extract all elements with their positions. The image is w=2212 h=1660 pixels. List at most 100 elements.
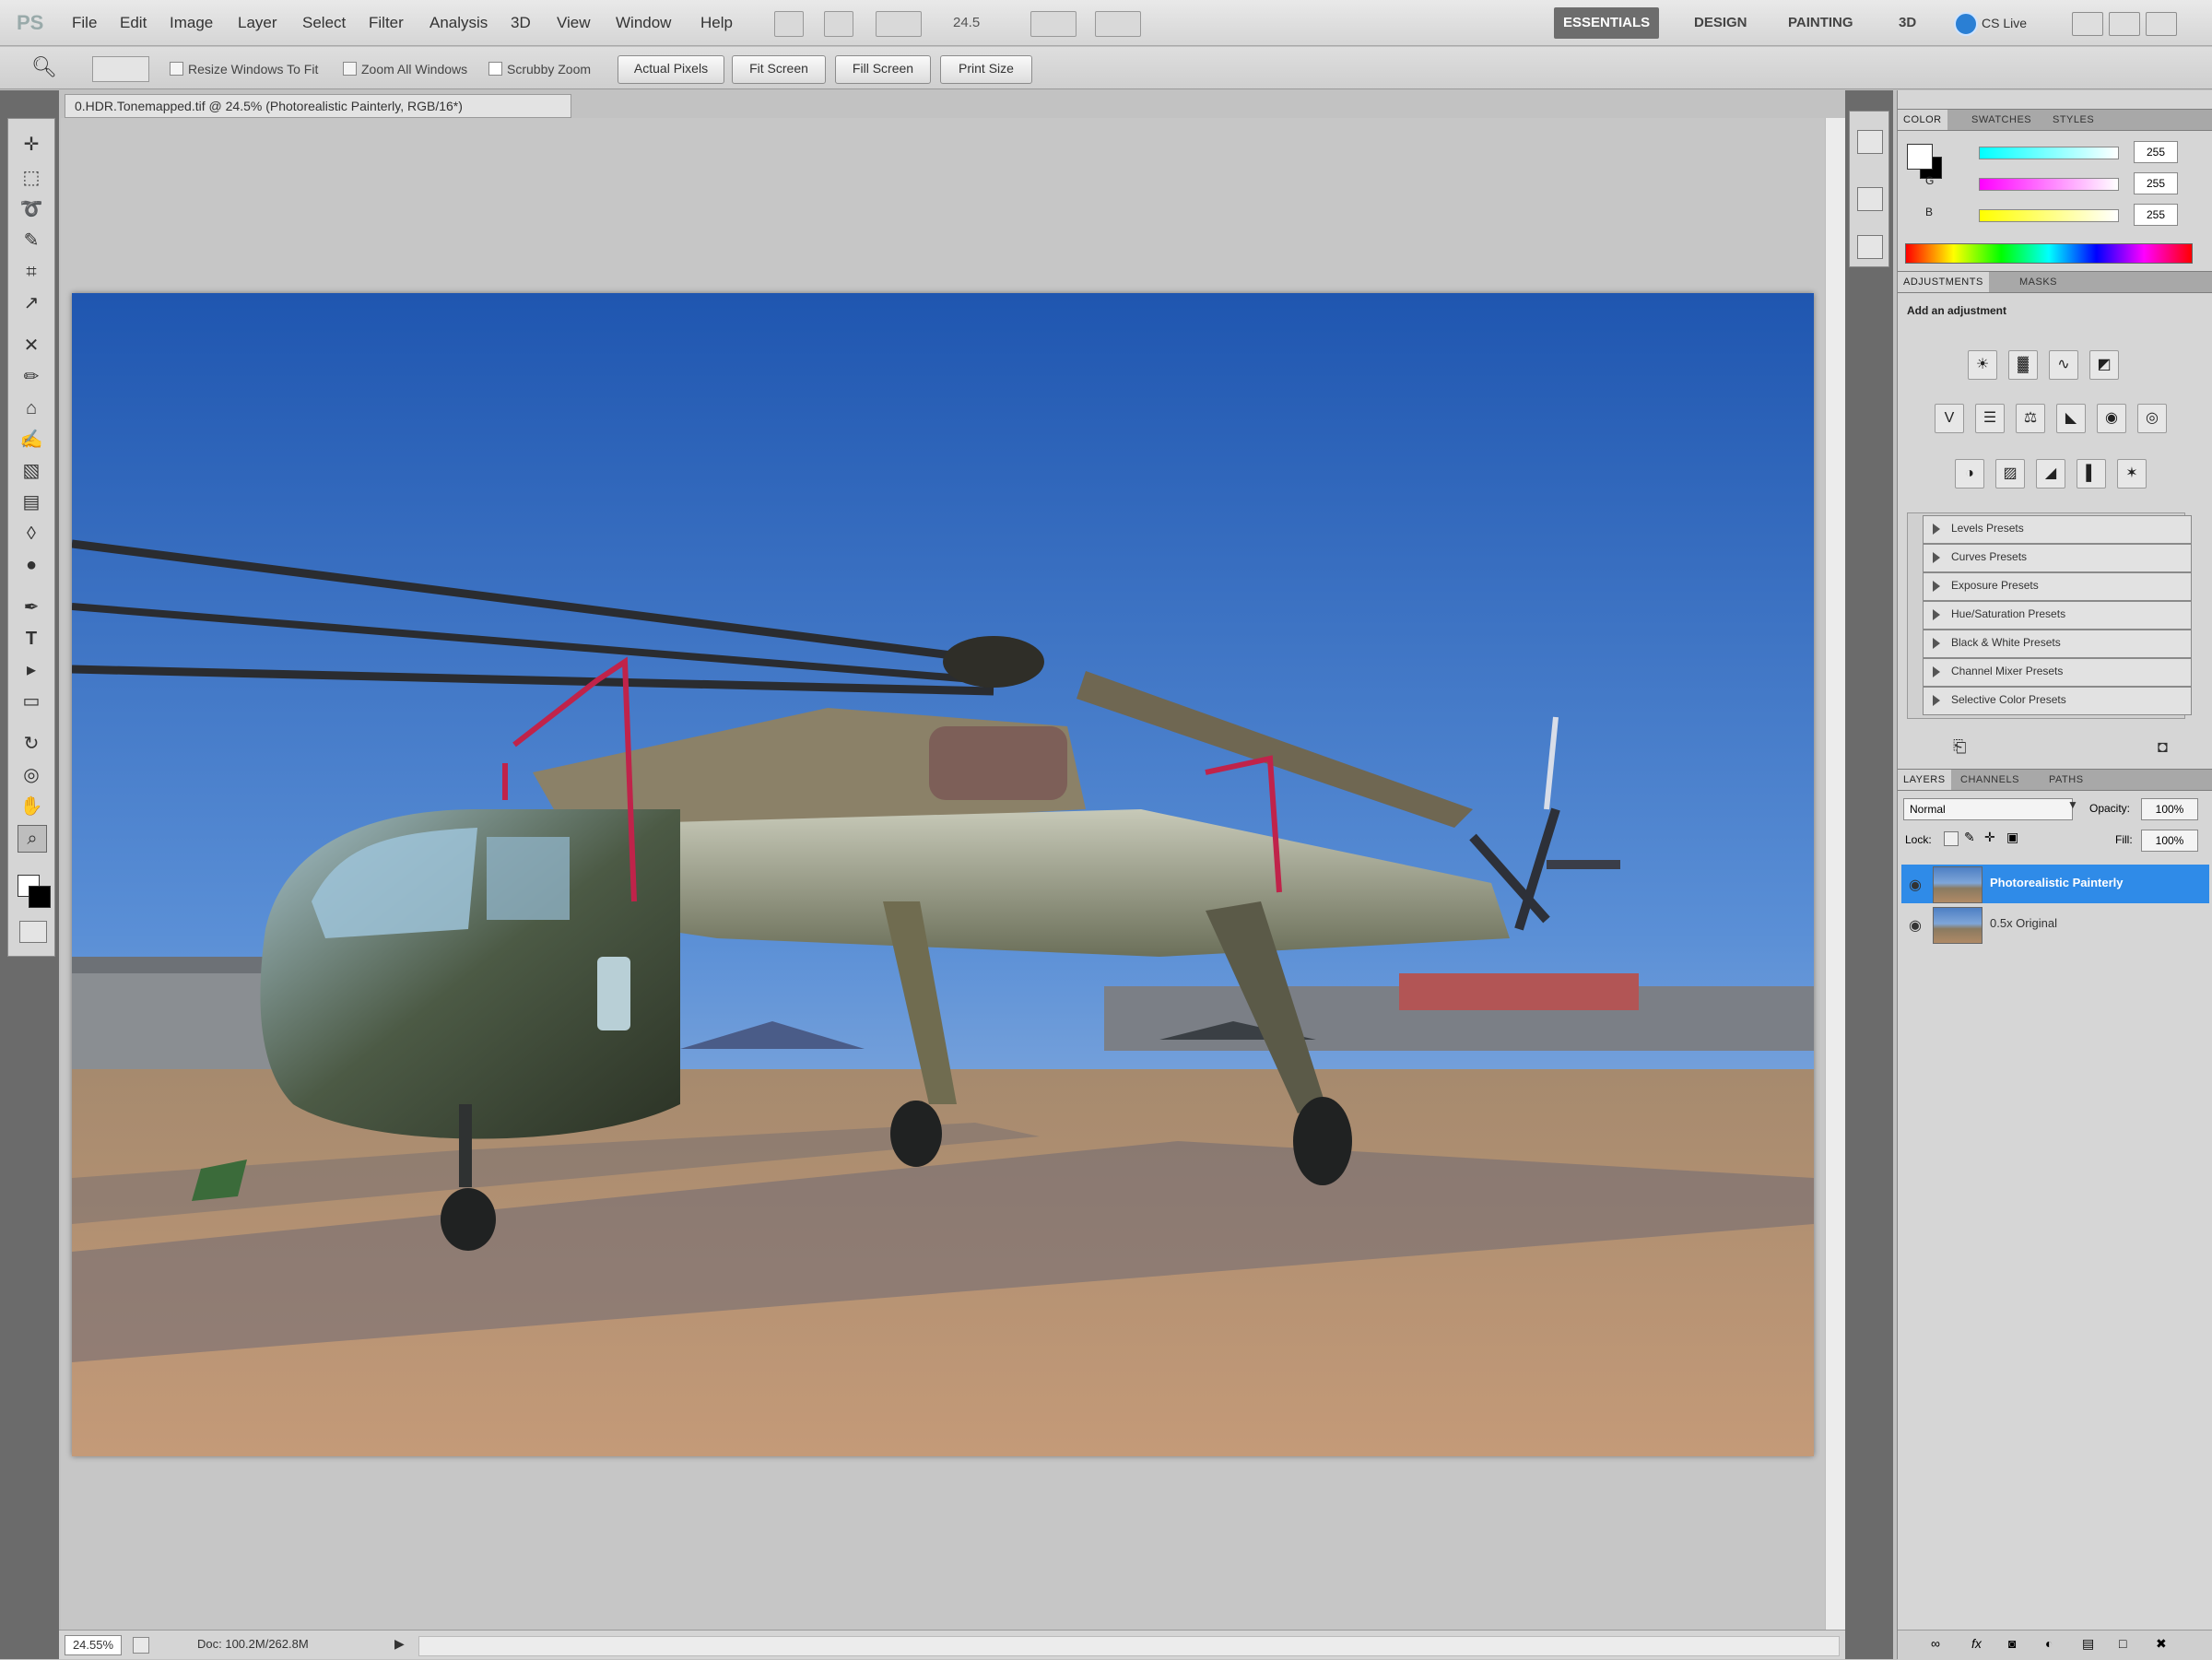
fill-screen-button[interactable]: Fill Screen bbox=[835, 55, 931, 84]
tab-swatches[interactable]: SWATCHES bbox=[1966, 110, 2037, 130]
threshold-icon[interactable]: ◢ bbox=[2036, 459, 2065, 489]
layer-mask-icon[interactable]: ◙ bbox=[2008, 1636, 2016, 1651]
fill-field[interactable]: 100% bbox=[2141, 830, 2198, 852]
selective-color-icon[interactable]: ✶ bbox=[2117, 459, 2147, 489]
actions-panel-icon[interactable] bbox=[1857, 187, 1883, 211]
green-slider-bar[interactable] bbox=[1979, 178, 2119, 191]
zoom-percentage-field[interactable]: 24.55% bbox=[65, 1635, 122, 1655]
levels-icon[interactable]: ▓ bbox=[2008, 350, 2038, 380]
close-icon[interactable] bbox=[2146, 12, 2177, 36]
brush-tool-icon[interactable]: ✏ bbox=[18, 364, 45, 390]
background-color-swatch[interactable] bbox=[29, 886, 51, 908]
bridge-icon[interactable] bbox=[774, 11, 804, 37]
new-layer-icon[interactable]: □ bbox=[2119, 1636, 2126, 1651]
exposure-icon[interactable]: ◩ bbox=[2089, 350, 2119, 380]
lock-icon[interactable]: ▣ bbox=[2006, 830, 2018, 845]
adjustment-layer-icon[interactable]: ◐ bbox=[2045, 1636, 2053, 1651]
menu-file[interactable]: File bbox=[72, 0, 97, 46]
quick-selection-tool-icon[interactable]: ✎ bbox=[18, 228, 45, 253]
history-brush-tool-icon[interactable]: ✍ bbox=[18, 427, 45, 453]
blend-mode-arrow-icon[interactable]: ▼ bbox=[2067, 798, 2078, 811]
brightness-contrast-icon[interactable]: ☀ bbox=[1968, 350, 1997, 380]
cs-live-icon[interactable] bbox=[1954, 12, 1978, 36]
gradient-map-icon[interactable]: ▌ bbox=[2077, 459, 2106, 489]
tab-adjustments[interactable]: ADJUSTMENTS bbox=[1898, 272, 1989, 292]
blue-value-field[interactable]: 255 bbox=[2134, 204, 2178, 226]
group-icon[interactable]: ▤ bbox=[2082, 1636, 2094, 1652]
scrubby-zoom-checkbox[interactable]: Scrubby Zoom bbox=[488, 60, 591, 78]
vertical-scrollbar[interactable] bbox=[1825, 118, 1845, 1630]
hand-tool-icon[interactable]: ✋ bbox=[18, 794, 45, 819]
tab-color[interactable]: COLOR bbox=[1898, 110, 1947, 130]
photo-filter-icon[interactable]: ◉ bbox=[2097, 404, 2126, 433]
menu-window[interactable]: Window bbox=[616, 0, 671, 46]
print-size-button[interactable]: Print Size bbox=[940, 55, 1032, 84]
workspace-3d[interactable]: 3D bbox=[1889, 7, 1925, 39]
layer-name[interactable]: 0.5x Original bbox=[1990, 916, 2057, 930]
eye-icon[interactable]: ◉ bbox=[1909, 876, 1922, 894]
menu-filter[interactable]: Filter bbox=[369, 0, 404, 46]
hue-saturation-icon[interactable]: ☰ bbox=[1975, 404, 2005, 433]
clip-to-layer-icon[interactable]: ⎗ bbox=[1953, 737, 1966, 757]
zoom-icon[interactable]: 🔍︎ bbox=[31, 55, 57, 79]
workspace-design[interactable]: DESIGN bbox=[1685, 7, 1757, 39]
move-tool-icon[interactable]: ✛ bbox=[18, 132, 45, 158]
doc-size-info[interactable]: Doc: 100.2M/262.8M bbox=[197, 1637, 309, 1651]
pen-tool-icon[interactable]: ✒ bbox=[18, 595, 45, 620]
cs-live-label[interactable]: CS Live bbox=[1982, 0, 2027, 46]
document-image[interactable] bbox=[72, 293, 1814, 1456]
menu-analysis[interactable]: Analysis bbox=[429, 0, 488, 46]
eyedropper-tool-icon[interactable]: ↗ bbox=[18, 290, 45, 316]
lock-position-icon[interactable]: ✛ bbox=[1984, 830, 1995, 845]
marquee-tool-icon[interactable]: ⬚ bbox=[18, 165, 45, 191]
3d-orbit-tool-icon[interactable]: ◎ bbox=[18, 762, 45, 788]
preset-channel-mixer[interactable]: Channel Mixer Presets bbox=[1923, 658, 2192, 687]
healing-brush-tool-icon[interactable]: ✕ bbox=[18, 333, 45, 359]
resize-windows-checkbox[interactable]: Resize Windows To Fit bbox=[170, 60, 318, 78]
actual-pixels-button[interactable]: Actual Pixels bbox=[618, 55, 724, 84]
black-white-icon[interactable]: ◣ bbox=[2056, 404, 2086, 433]
tab-masks[interactable]: MASKS bbox=[2014, 272, 2063, 292]
blur-tool-icon[interactable]: ◊ bbox=[18, 521, 45, 547]
tab-channels[interactable]: CHANNELS bbox=[1955, 770, 2025, 790]
zoom-all-windows-checkbox[interactable]: Zoom All Windows bbox=[343, 60, 467, 78]
screen-mode-icon[interactable] bbox=[1095, 11, 1141, 37]
3d-rotate-tool-icon[interactable]: ↻ bbox=[18, 731, 45, 757]
camera-icon[interactable]: ◘ bbox=[2158, 737, 2168, 757]
arrange-documents-icon[interactable] bbox=[1030, 11, 1077, 37]
blue-slider-bar[interactable] bbox=[1979, 209, 2119, 222]
lasso-tool-icon[interactable]: ➰ bbox=[18, 196, 45, 222]
zoom-level[interactable]: 24.5 bbox=[953, 0, 980, 46]
menu-view[interactable]: View bbox=[557, 0, 591, 46]
blend-mode-select[interactable]: Normal bbox=[1903, 798, 2073, 820]
preset-levels[interactable]: Levels Presets bbox=[1923, 515, 2192, 544]
invert-icon[interactable]: ◑ bbox=[1955, 459, 1984, 489]
link-layers-icon[interactable]: ∞ bbox=[1931, 1636, 1940, 1651]
layer-row-photorealistic[interactable]: ◉ Photorealistic Painterly bbox=[1901, 865, 2209, 903]
green-value-field[interactable]: 255 bbox=[2134, 172, 2178, 194]
preset-hue-saturation[interactable]: Hue/Saturation Presets bbox=[1923, 601, 2192, 630]
lock-pixels-icon[interactable]: ✎ bbox=[1964, 830, 1975, 845]
view-extras-icon[interactable] bbox=[876, 11, 922, 37]
color-balance-icon[interactable]: ⚖ bbox=[2016, 404, 2045, 433]
curves-icon[interactable]: ∿ bbox=[2049, 350, 2078, 380]
workspace-painting[interactable]: PAINTING bbox=[1779, 7, 1863, 39]
preset-curves[interactable]: Curves Presets bbox=[1923, 544, 2192, 572]
posterize-icon[interactable]: ▨ bbox=[1995, 459, 2025, 489]
info-panel-icon[interactable] bbox=[1857, 235, 1883, 259]
workspace-essentials[interactable]: ESSENTIALS bbox=[1554, 7, 1660, 39]
zoom-in-out-icon[interactable] bbox=[92, 56, 149, 82]
tab-paths[interactable]: PATHS bbox=[2043, 770, 2089, 790]
tab-styles[interactable]: STYLES bbox=[2047, 110, 2100, 130]
gradient-tool-icon[interactable]: ▤ bbox=[18, 489, 45, 515]
trash-icon[interactable]: ✖ bbox=[2156, 1636, 2167, 1652]
color-spectrum-ramp[interactable] bbox=[1905, 243, 2193, 264]
quick-mask-icon[interactable] bbox=[19, 921, 47, 943]
zoom-tool-icon[interactable]: ⌕ bbox=[18, 825, 47, 853]
menu-help[interactable]: Help bbox=[700, 0, 733, 46]
layer-row-original[interactable]: ◉ 0.5x Original bbox=[1901, 905, 2209, 944]
color-foreground-swatch[interactable] bbox=[1907, 144, 1933, 170]
clone-stamp-tool-icon[interactable]: ⌂ bbox=[18, 395, 45, 421]
menu-3d[interactable]: 3D bbox=[511, 0, 531, 46]
green-slider[interactable]: G 255 bbox=[1905, 171, 2209, 195]
